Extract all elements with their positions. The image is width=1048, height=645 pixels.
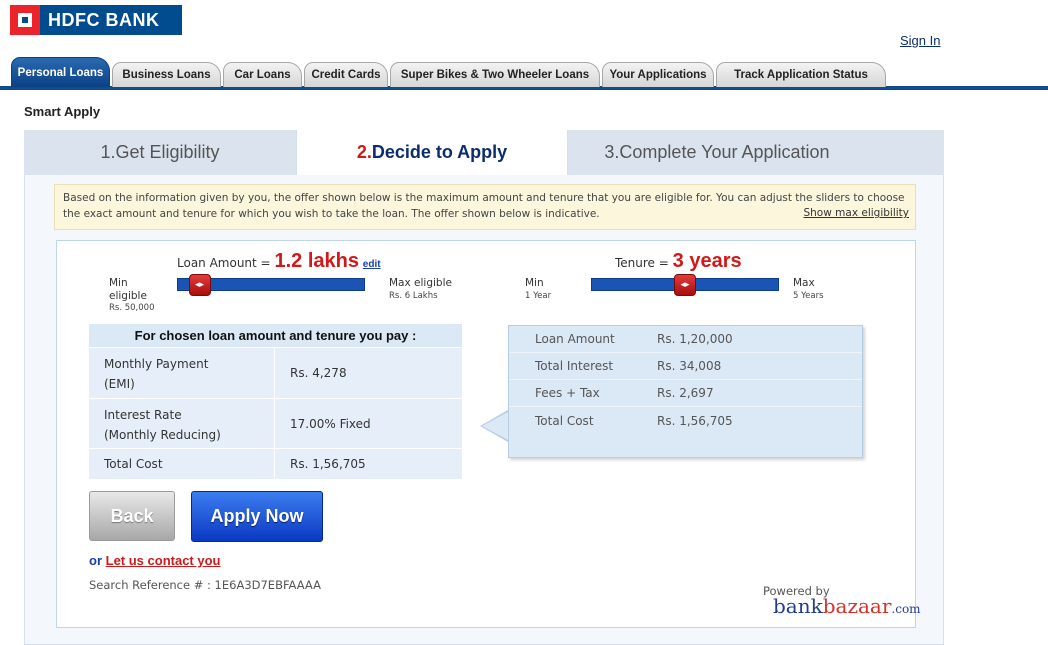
summary-value: Rs. 2,697 [657,386,714,400]
table-row: Monthly Payment (EMI) Rs. 4,278 [89,348,462,399]
notice-text: Based on the information given by you, t… [63,192,905,220]
logo-part: .com [891,602,921,616]
summary-value: Rs. 34,008 [657,359,722,373]
logo-part: bazaar [822,594,892,618]
tenure-label: Tenure = [615,256,669,270]
step-label: Decide to Apply [371,142,508,162]
payment-table-heading: For chosen loan amount and tenure you pa… [89,324,462,348]
tenure-max-label: Max [793,277,815,289]
tenure-slider-handle[interactable]: ◂▸ [674,274,696,296]
sign-in-link[interactable]: Sign In [900,33,940,48]
bankbazaar-logo: bankbazaar.com [773,594,921,618]
step-label: 1.Get Eligibility [100,142,220,162]
summary-row: Total Cost Rs. 1,56,705 [509,407,862,434]
table-row: Total Cost Rs. 1,56,705 [89,449,462,480]
step-get-eligibility[interactable]: 1.Get Eligibility [24,130,296,175]
summary-value: Rs. 1,56,705 [657,413,733,428]
row-value: Rs. 4,278 [290,366,347,380]
tab-business-loans[interactable]: Business Loans [112,62,221,87]
tab-credit-cards[interactable]: Credit Cards [304,62,388,87]
tenure-title: Tenure = 3 years [615,250,742,273]
summary-label: Total Interest [535,359,614,373]
table-row: Interest Rate (Monthly Reducing) 17.00% … [89,399,462,449]
tab-your-applications[interactable]: Your Applications [602,62,714,87]
row-value: 17.00% Fixed [290,416,371,431]
summary-label: Fees + Tax [535,386,600,400]
loan-amount-title: Loan Amount = 1.2 lakhs edit [177,250,381,273]
slider-arrows-icon: ◂▸ [680,280,690,290]
summary-value: Rs. 1,20,000 [657,332,733,346]
show-max-eligibility-link[interactable]: Show max eligibility [803,205,909,221]
loan-summary: Loan Amount Rs. 1,20,000 Total Interest Rs… [508,325,863,458]
summary-label: Loan Amount [535,332,615,346]
hdfc-logo-icon [10,5,40,35]
tab-super-bikes[interactable]: Super Bikes & Two Wheeler Loans [390,62,600,87]
summary-row: Total Interest Rs. 34,008 [509,353,862,380]
loan-min-value: Rs. 50,000 [109,303,155,313]
row-label: Interest Rate (Monthly Reducing) [89,399,275,448]
summary-label: Total Cost [535,413,594,428]
contact-us-link[interactable]: Let us contact you [106,553,221,568]
loan-amount-value: 1.2 lakhs [274,250,359,272]
row-label: Monthly Payment (EMI) [89,348,275,398]
row-label: Total Cost [89,449,275,479]
logo-part: bank [773,594,823,618]
step-number: 2. [356,142,372,162]
tab-personal-loans[interactable]: Personal Loans [11,57,110,87]
eligibility-notice: Based on the information given by you, t… [54,184,916,230]
loan-amount-edit-link[interactable]: edit [363,259,381,270]
tab-track-application[interactable]: Track Application Status [716,62,886,87]
summary-row: Loan Amount Rs. 1,20,000 [509,326,862,353]
summary-pointer-fill [482,412,508,440]
back-button[interactable]: Back [89,491,175,541]
hdfc-logo: HDFC BANK [10,5,182,35]
loan-amount-slider-handle[interactable]: ◂▸ [188,274,211,296]
search-reference: Search Reference # : 1E6A3D7EBFAAAA [89,578,321,592]
contact-or: or [89,553,102,568]
row-value: Rs. 1,56,705 [290,457,366,471]
step-label: 3.Complete Your Application [604,142,830,162]
loan-max-label: Max eligible [389,277,452,289]
tenure-max-value: 5 Years [793,291,824,301]
summary-row: Fees + Tax Rs. 2,697 [509,380,862,407]
brand-name: HDFC BANK [48,9,160,30]
loan-min-label: Min eligible [109,277,147,302]
step-complete-application[interactable]: 3.Complete Your Application [568,130,866,175]
loan-max-value: Rs. 6 Lakhs [389,291,438,301]
loan-amount-label: Loan Amount = [177,256,271,270]
page-title: Smart Apply [24,104,101,119]
tenure-min-label: Min [525,277,544,289]
tenure-min-value: 1 Year [525,291,552,301]
contact-line: or Let us contact you [89,553,220,568]
step-decide-to-apply[interactable]: 2. Decide to Apply [296,130,568,175]
apply-now-button[interactable]: Apply Now [191,491,323,542]
tab-car-loans[interactable]: Car Loans [223,62,302,87]
slider-arrows-icon: ◂▸ [195,280,205,290]
tenure-value: 3 years [672,250,742,272]
payment-table: For chosen loan amount and tenure you pa… [89,324,462,480]
